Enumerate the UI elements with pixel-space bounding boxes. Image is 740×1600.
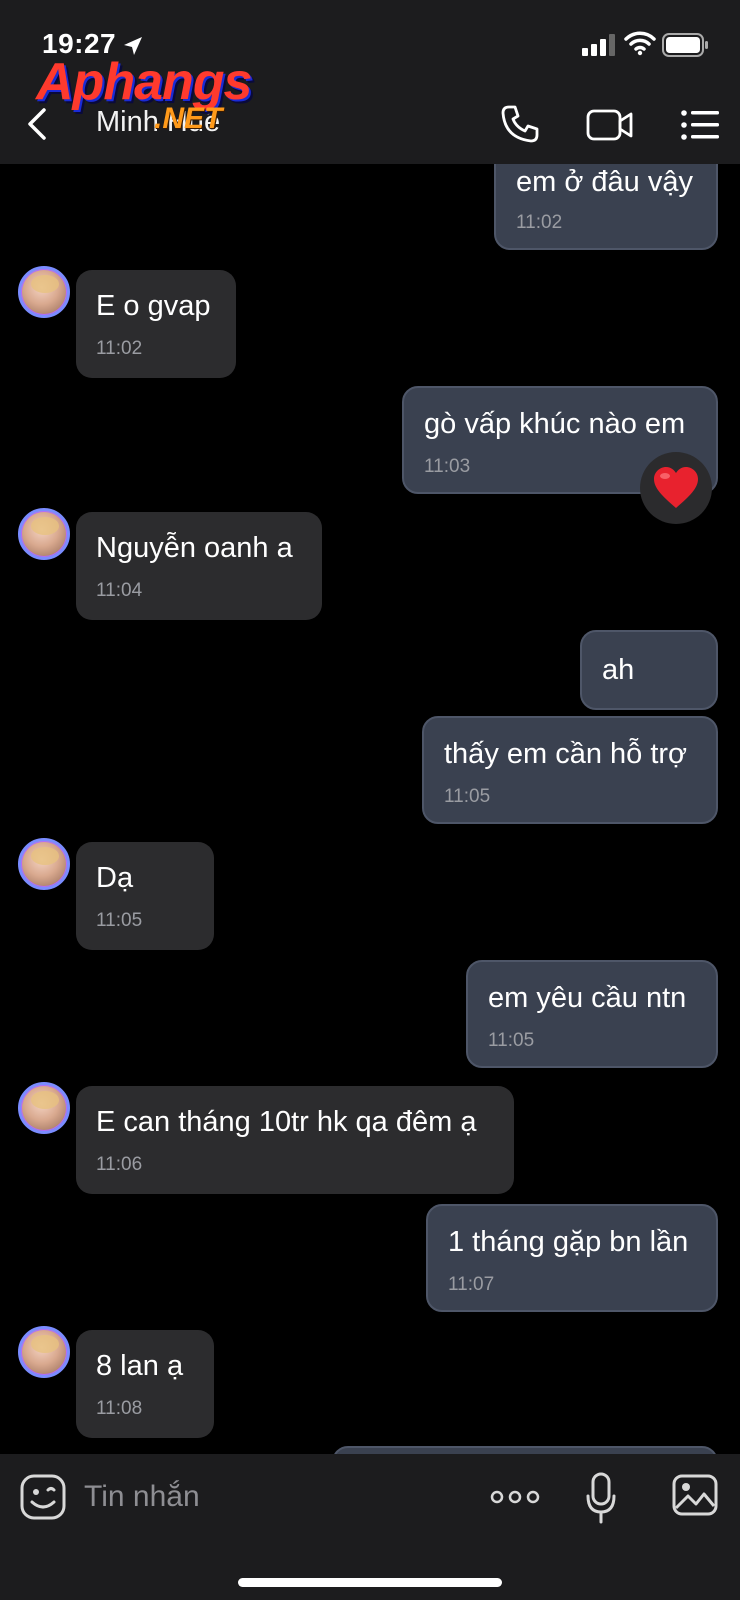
message-time: 11:05 — [96, 910, 143, 931]
video-call-icon[interactable] — [586, 108, 634, 142]
message-bubble-outgoing[interactable]: ah — [580, 630, 718, 710]
message-time: 11:06 — [96, 1154, 143, 1175]
message-time: 11:05 — [488, 1030, 535, 1051]
heart-icon — [654, 467, 698, 508]
contact-avatar[interactable] — [18, 508, 70, 560]
cellular-signal-icon — [582, 34, 615, 56]
message-time: 11:02 — [516, 212, 563, 233]
emoji-sticker-icon[interactable] — [20, 1474, 66, 1520]
contact-avatar[interactable] — [18, 838, 70, 890]
message-bubble-outgoing[interactable]: em yêu cầu ntn 11:05 — [466, 960, 718, 1068]
battery-icon — [662, 33, 708, 57]
message-text: em yêu cầu ntn — [488, 982, 687, 1014]
microphone-icon[interactable] — [586, 1472, 616, 1524]
message-input[interactable] — [84, 1474, 464, 1520]
message-time: 11:02 — [96, 338, 143, 359]
message-text: E o gvap — [96, 290, 211, 322]
phone-call-icon[interactable] — [500, 104, 540, 144]
message-time: 11:08 — [96, 1398, 143, 1419]
message-text: Nguyễn oanh a — [96, 532, 293, 564]
list-menu-icon[interactable] — [680, 108, 720, 142]
message-composer — [0, 1454, 740, 1600]
message-text: 1 tháng gặp bn lần — [448, 1226, 689, 1258]
message-list[interactable]: em ở đâu vậy 11:02 E o gvap 11:02 gò vấp… — [0, 164, 740, 1454]
wifi-icon — [624, 31, 656, 56]
message-bubble-incoming[interactable]: E o gvap 11:02 — [76, 270, 236, 378]
contact-avatar[interactable] — [18, 1082, 70, 1134]
message-text: Dạ — [96, 862, 134, 894]
message-bubble-outgoing-partial[interactable] — [332, 1446, 718, 1454]
watermark-logo: Aphangs .NET — [36, 52, 266, 138]
message-text: thấy em cần hỗ trợ — [444, 738, 688, 770]
message-bubble-incoming[interactable]: Nguyễn oanh a 11:04 — [76, 512, 322, 620]
photo-gallery-icon[interactable] — [672, 1474, 718, 1516]
message-bubble-outgoing[interactable]: thấy em cần hỗ trợ 11:05 — [422, 716, 718, 824]
message-time: 11:05 — [444, 786, 491, 807]
message-text: em ở đâu vậy — [516, 166, 693, 198]
message-text: gò vấp khúc nào em — [424, 408, 686, 440]
message-text: E can tháng 10tr hk qa đêm ạ — [96, 1106, 477, 1138]
message-bubble-outgoing[interactable]: 1 tháng gặp bn lần 11:07 — [426, 1204, 718, 1312]
message-text: 8 lan ạ — [96, 1350, 184, 1382]
watermark-sub-text: .NET — [154, 102, 223, 135]
message-bubble-incoming[interactable]: Dạ 11:05 — [76, 842, 214, 950]
more-options-icon[interactable] — [490, 1486, 540, 1508]
contact-avatar[interactable] — [18, 266, 70, 318]
contact-avatar[interactable] — [18, 1326, 70, 1378]
home-indicator — [238, 1578, 502, 1587]
message-time: 11:04 — [96, 580, 143, 601]
message-text: ah — [602, 654, 635, 686]
message-time: 11:07 — [448, 1274, 495, 1295]
heart-reaction[interactable] — [640, 452, 712, 524]
message-bubble-incoming[interactable]: E can tháng 10tr hk qa đêm ạ 11:06 — [76, 1086, 514, 1194]
message-bubble-outgoing[interactable]: em ở đâu vậy 11:02 — [494, 164, 718, 250]
message-bubble-incoming[interactable]: 8 lan ạ 11:08 — [76, 1330, 214, 1438]
message-time: 11:03 — [424, 456, 471, 477]
